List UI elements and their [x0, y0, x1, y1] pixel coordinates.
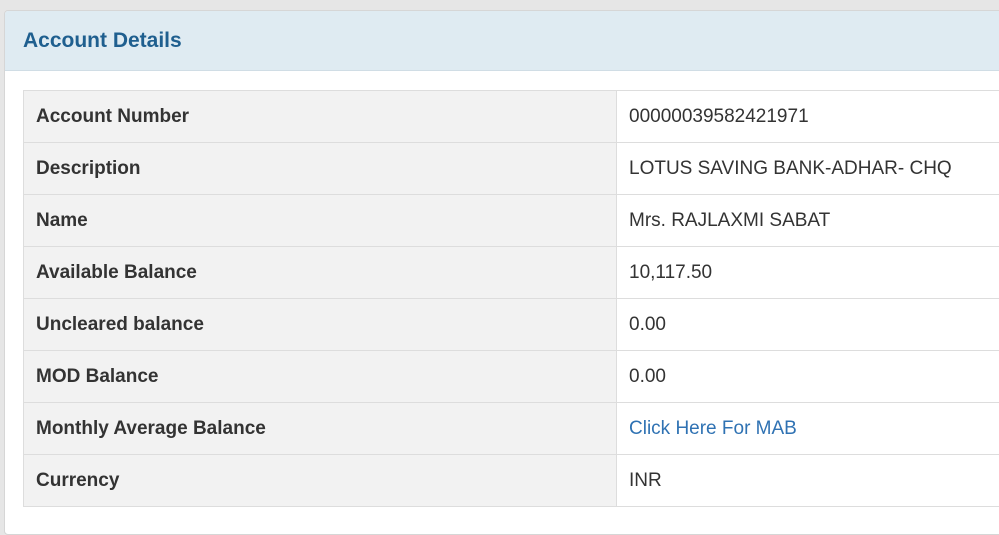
- mod-balance-value: 0.00: [617, 351, 999, 403]
- account-number-label: Account Number: [24, 91, 617, 143]
- mab-link[interactable]: Click Here For MAB: [629, 418, 797, 439]
- name-label: Name: [24, 195, 617, 247]
- currency-value: INR: [617, 455, 999, 507]
- monthly-average-balance-value: Click Here For MAB: [617, 403, 999, 455]
- account-details-table: Account Number 00000039582421971 Descrip…: [23, 90, 999, 507]
- table-row: Currency INR: [24, 455, 999, 507]
- available-balance-label: Available Balance: [24, 247, 617, 299]
- uncleared-balance-label: Uncleared balance: [24, 299, 617, 351]
- name-value: Mrs. RAJLAXMI SABAT: [617, 195, 999, 247]
- panel-heading: Account Details: [5, 11, 999, 71]
- table-row: Name Mrs. RAJLAXMI SABAT: [24, 195, 999, 247]
- description-label: Description: [24, 143, 617, 195]
- panel-title: Account Details: [23, 29, 182, 53]
- table-row: Monthly Average Balance Click Here For M…: [24, 403, 999, 455]
- uncleared-balance-value: 0.00: [617, 299, 999, 351]
- description-value: LOTUS SAVING BANK-ADHAR- CHQ: [617, 143, 999, 195]
- currency-label: Currency: [24, 455, 617, 507]
- table-row: Uncleared balance 0.00: [24, 299, 999, 351]
- table-row: MOD Balance 0.00: [24, 351, 999, 403]
- account-number-value: 00000039582421971: [617, 91, 999, 143]
- available-balance-value: 10,117.50: [617, 247, 999, 299]
- table-row: Description LOTUS SAVING BANK-ADHAR- CHQ: [24, 143, 999, 195]
- table-row: Account Number 00000039582421971: [24, 91, 999, 143]
- account-details-panel: Account Details Account Number 000000395…: [4, 10, 999, 535]
- monthly-average-balance-label: Monthly Average Balance: [24, 403, 617, 455]
- table-row: Available Balance 10,117.50: [24, 247, 999, 299]
- mod-balance-label: MOD Balance: [24, 351, 617, 403]
